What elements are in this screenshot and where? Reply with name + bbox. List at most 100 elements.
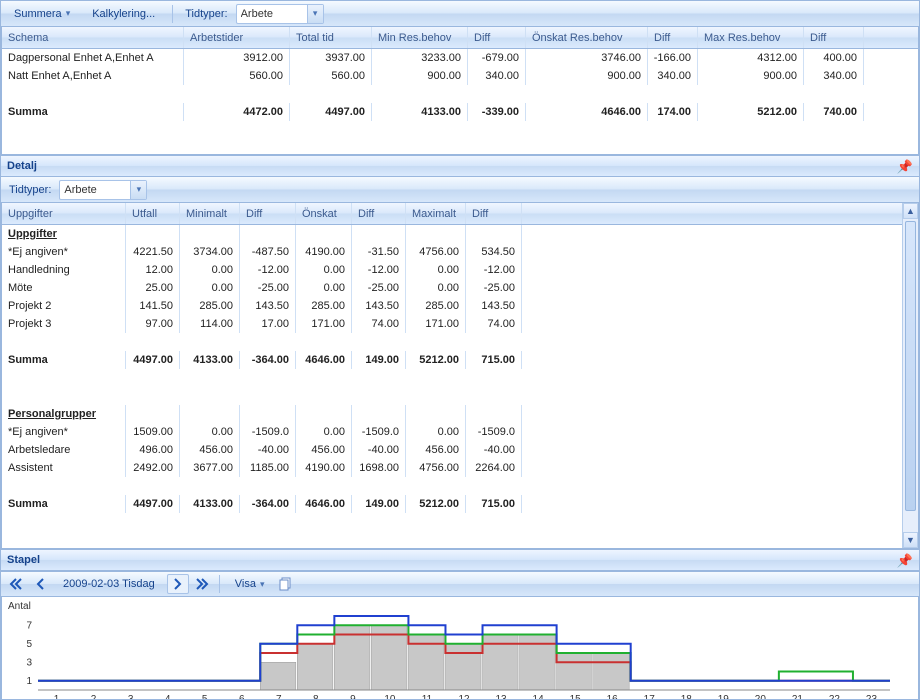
cell: 4221.50 [126, 243, 180, 261]
svg-text:8: 8 [313, 694, 319, 700]
cell: -364.00 [240, 495, 296, 513]
col-utfall[interactable]: Utfall [126, 203, 180, 224]
copy-button[interactable] [275, 574, 297, 594]
cell: 114.00 [180, 315, 240, 333]
cell [296, 225, 352, 243]
table-row[interactable]: Personalgrupper [2, 405, 918, 423]
table-row[interactable]: Projekt 397.00114.0017.00171.0074.00171.… [2, 315, 918, 333]
table-row[interactable]: Summa4497.004133.00-364.004646.00149.005… [2, 351, 918, 369]
col-onskat[interactable]: Önskat Res.behov [526, 27, 648, 48]
cell: 534.50 [466, 243, 522, 261]
cell: 0.00 [180, 279, 240, 297]
copy-icon [279, 577, 293, 591]
cell: *Ej angiven* [2, 243, 126, 261]
cell: 3734.00 [180, 243, 240, 261]
cell: 4312.00 [698, 49, 804, 67]
cell: 456.00 [180, 441, 240, 459]
cell: 0.00 [180, 261, 240, 279]
table-row[interactable]: *Ej angiven*1509.000.00-1509.00.00-1509.… [2, 423, 918, 441]
cell: 17.00 [240, 315, 296, 333]
col-diff2[interactable]: Diff [648, 27, 698, 48]
cell: 149.00 [352, 495, 406, 513]
chevron-right-icon [173, 578, 183, 590]
dropdown-arrow-icon[interactable]: ▾ [130, 181, 146, 199]
cell: 74.00 [352, 315, 406, 333]
table-row[interactable]: Summa4472.004497.004133.00-339.004646.00… [2, 103, 918, 121]
detail-tidtyper-input[interactable] [60, 184, 130, 196]
cell: 0.00 [406, 279, 466, 297]
table-row[interactable]: Uppgifter [2, 225, 918, 243]
svg-text:15: 15 [570, 694, 582, 700]
table-row[interactable]: Arbetsledare496.00456.00-40.00456.00-40.… [2, 441, 918, 459]
scroll-up-icon[interactable]: ▲ [903, 203, 918, 219]
vertical-scrollbar[interactable]: ▲ ▼ [902, 203, 918, 548]
col-diff[interactable]: Diff [352, 203, 406, 224]
svg-text:1: 1 [54, 694, 60, 700]
first-button[interactable] [5, 574, 27, 594]
svg-text:7: 7 [276, 694, 282, 700]
col-maximalt[interactable]: Maximalt [406, 203, 466, 224]
table-row[interactable]: *Ej angiven*4221.503734.00-487.504190.00… [2, 243, 918, 261]
cell: 2492.00 [126, 459, 180, 477]
prev-button[interactable] [29, 574, 51, 594]
tidtyper-input[interactable] [237, 8, 307, 20]
table-row[interactable]: Handledning12.000.00-12.000.00-12.000.00… [2, 261, 918, 279]
col-maxres[interactable]: Max Res.behov [698, 27, 804, 48]
detail-tidtyper-select[interactable]: ▾ [59, 180, 147, 200]
visa-button[interactable]: Visa ▾ [226, 574, 274, 594]
svg-text:14: 14 [533, 694, 545, 700]
cell: 4646.00 [296, 351, 352, 369]
col-schema[interactable]: Schema [2, 27, 184, 48]
cell: *Ej angiven* [2, 423, 126, 441]
cell: 25.00 [126, 279, 180, 297]
cell: -339.00 [468, 103, 526, 121]
cell: 400.00 [804, 49, 864, 67]
cell [240, 405, 296, 423]
svg-text:22: 22 [829, 694, 841, 700]
dropdown-arrow-icon[interactable]: ▾ [307, 5, 323, 23]
col-diff1[interactable]: Diff [468, 27, 526, 48]
stapel-chart: 1357123456789101112131415161718192021222… [8, 614, 900, 700]
y-axis-label: Antal [8, 601, 912, 612]
table-row[interactable]: Dagpersonal Enhet A,Enhet A3912.003937.0… [2, 49, 918, 67]
scrollbar-thumb[interactable] [905, 221, 916, 511]
table-row[interactable]: Assistent2492.003677.001185.004190.00169… [2, 459, 918, 477]
cell: Personalgrupper [2, 405, 126, 423]
cell: -12.00 [240, 261, 296, 279]
table-row[interactable]: Möte25.000.00-25.000.00-25.000.00-25.00 [2, 279, 918, 297]
summera-button[interactable]: Summera ▾ [5, 4, 79, 24]
table-row[interactable]: Natt Enhet A,Enhet A560.00560.00900.0034… [2, 67, 918, 85]
chart-container: Antal 1357123456789101112131415161718192… [1, 597, 919, 700]
scroll-down-icon[interactable]: ▼ [903, 532, 918, 548]
col-onskat[interactable]: Önskat [296, 203, 352, 224]
cell [180, 405, 240, 423]
cell: 4497.00 [126, 351, 180, 369]
col-arbetstider[interactable]: Arbetstider [184, 27, 290, 48]
pin-icon[interactable]: 📌 [897, 159, 913, 175]
cell: 1509.00 [126, 423, 180, 441]
cell: -1509.0 [466, 423, 522, 441]
cell: 4190.00 [296, 243, 352, 261]
cell: 4497.00 [126, 495, 180, 513]
cell [406, 225, 466, 243]
pin-icon[interactable]: 📌 [897, 553, 913, 569]
cell: 141.50 [126, 297, 180, 315]
tidtyper-select[interactable]: ▾ [236, 4, 324, 24]
col-diff[interactable]: Diff [240, 203, 296, 224]
table-row[interactable]: Summa4497.004133.00-364.004646.00149.005… [2, 495, 918, 513]
col-minimalt[interactable]: Minimalt [180, 203, 240, 224]
cell: 715.00 [466, 495, 522, 513]
cell: 4756.00 [406, 243, 466, 261]
next-button[interactable] [167, 574, 189, 594]
cell: 5212.00 [698, 103, 804, 121]
col-totaltid[interactable]: Total tid [290, 27, 372, 48]
table-row[interactable]: Projekt 2141.50285.00143.50285.00143.502… [2, 297, 918, 315]
col-minres[interactable]: Min Res.behov [372, 27, 468, 48]
col-uppgifter[interactable]: Uppgifter [2, 203, 126, 224]
kalkylering-button[interactable]: Kalkylering... [83, 4, 164, 24]
cell: 4133.00 [180, 351, 240, 369]
last-button[interactable] [191, 574, 213, 594]
col-diff3[interactable]: Diff [804, 27, 864, 48]
col-diff[interactable]: Diff [466, 203, 522, 224]
chevrons-left-icon [9, 578, 23, 590]
